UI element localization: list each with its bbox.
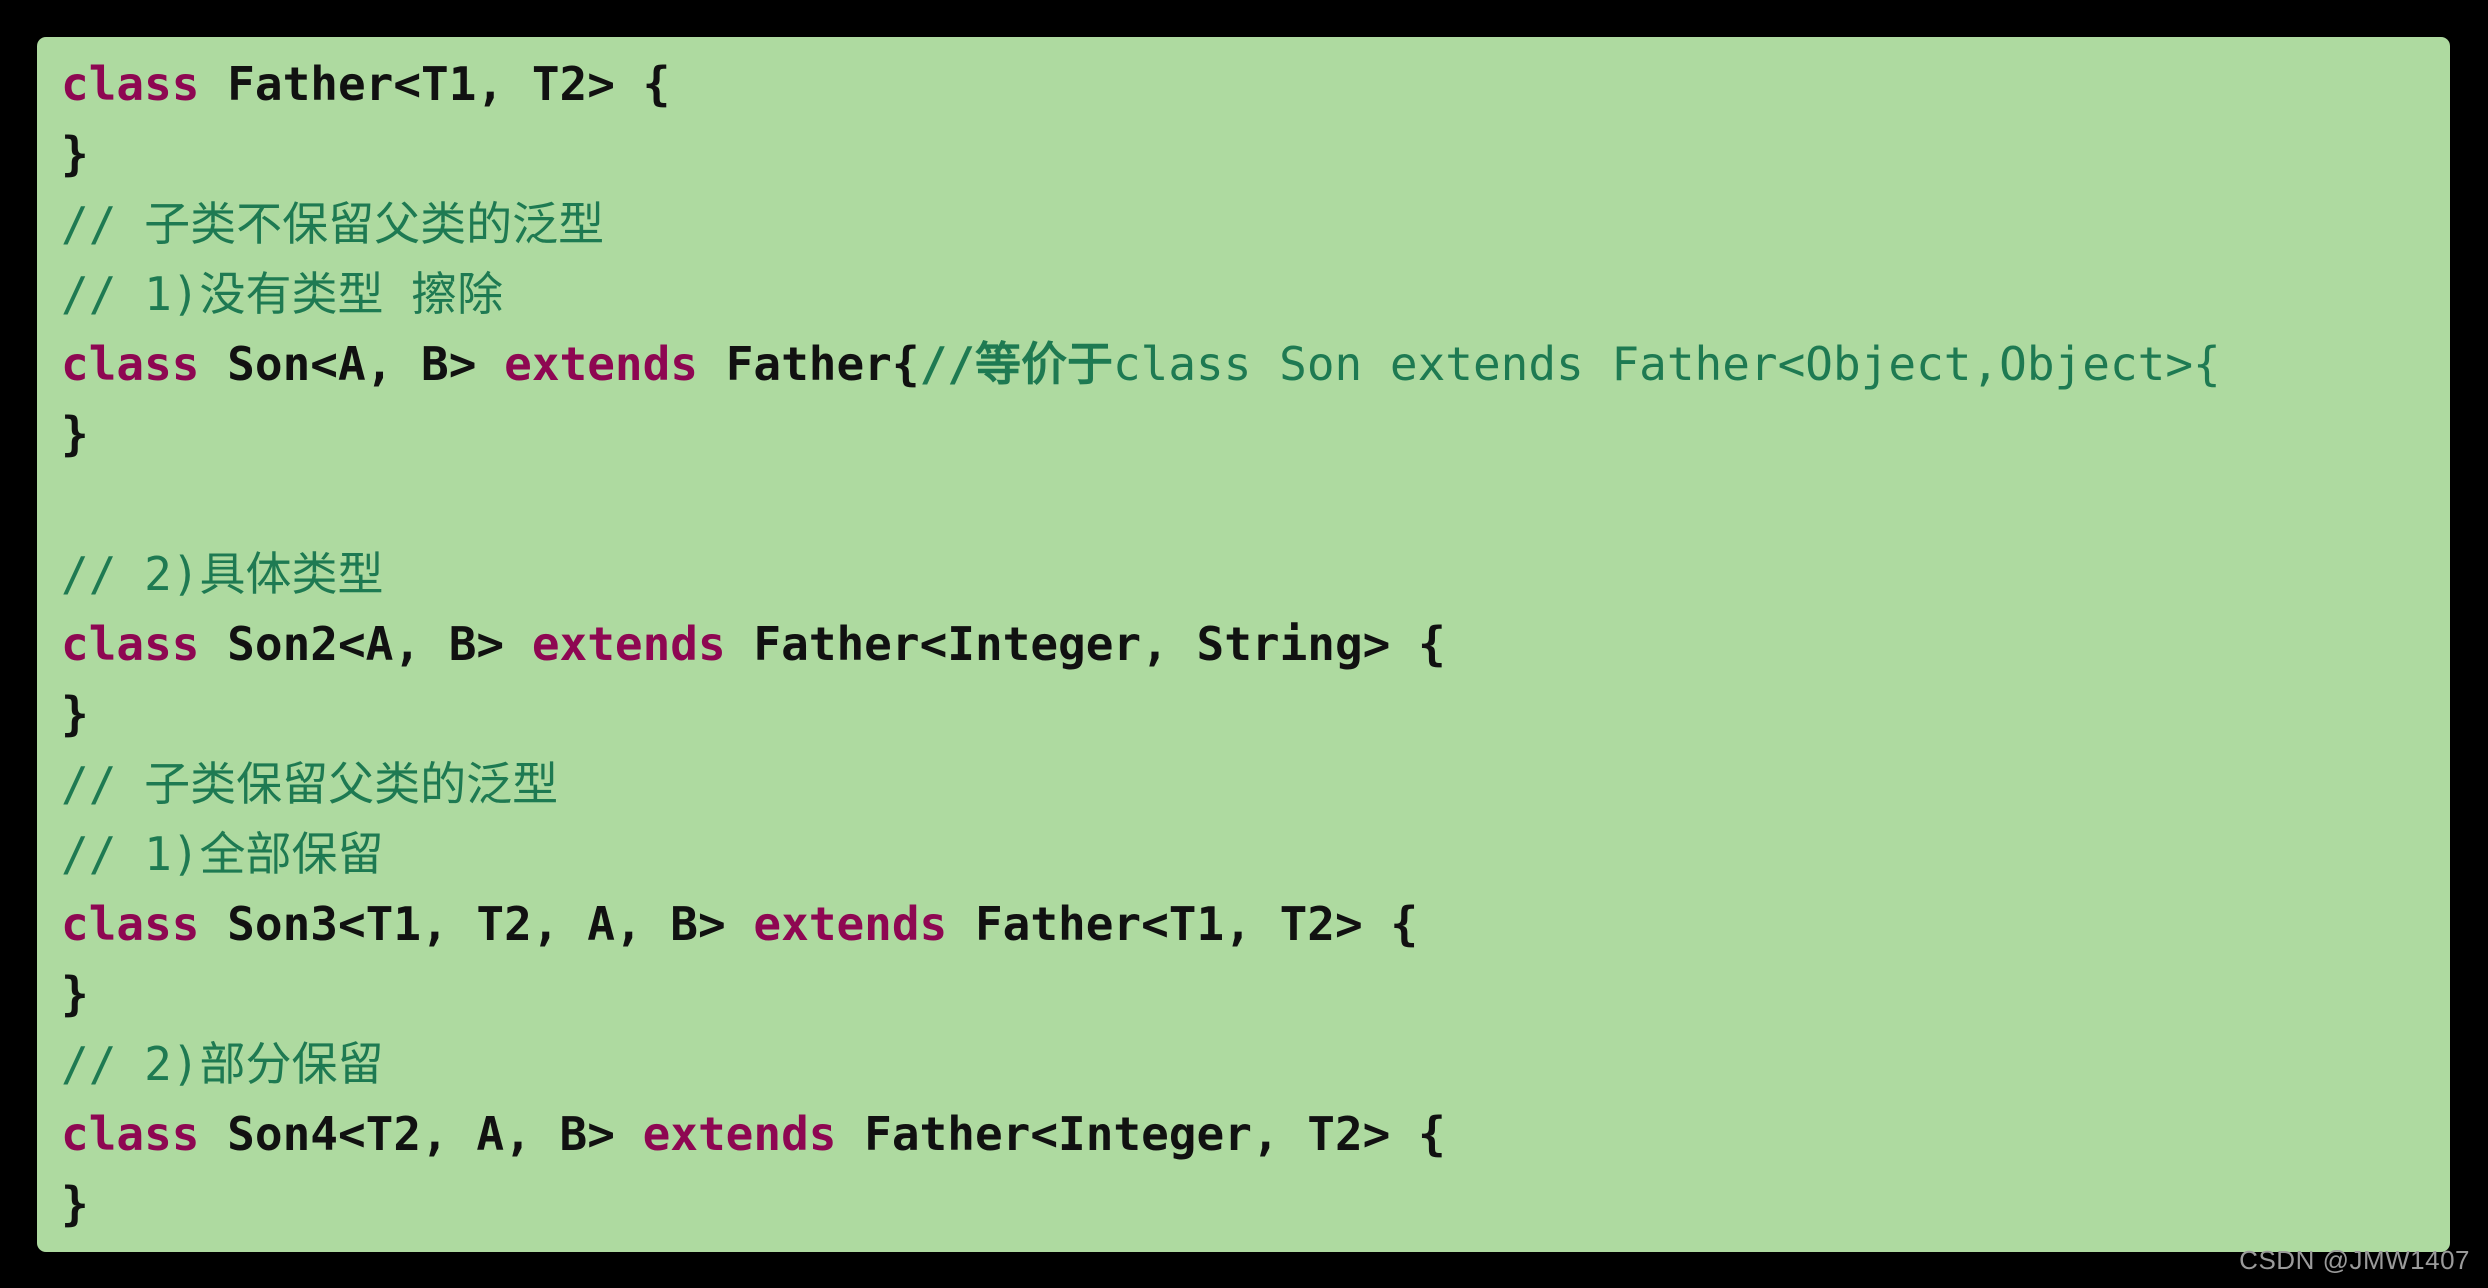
code-line: // 2)部分保留 [61,1029,2450,1099]
code-token-comment: // 子类保留父类的泛型 [61,757,559,811]
code-line: // 1)全部保留 [61,819,2450,889]
code-line: class Son3<T1, T2, A, B> extends Father<… [61,889,2450,959]
code-token-comment: class Son extends Father<Object,Object>{ [1112,337,2221,391]
code-line: } [61,679,2450,749]
code-token-keyword: class [61,57,200,111]
code-token-keyword: extends [642,1107,837,1161]
code-token-keyword: class [61,897,200,951]
code-token-keyword: class [61,617,200,671]
code-token-keyword: class [61,1107,200,1161]
code-token-comment: // 1)全部保留 [61,827,384,881]
code-line: // 2)具体类型 [61,539,2450,609]
code-token-keyword: extends [504,337,698,391]
code-line: class Son2<A, B> extends Father<Integer,… [61,609,2450,679]
code-token-comment: // 1)没有类型 擦除 [61,267,504,321]
code-token-plain: } [61,127,89,181]
code-token-plain: Son<A, B> [199,337,505,391]
code-token-comment: // 子类不保留父类的泛型 [61,197,605,251]
code-token-plain: } [61,407,89,461]
code-line: // 1)没有类型 擦除 [61,259,2450,329]
code-token-plain: } [61,687,89,741]
code-line: } [61,1169,2450,1239]
code-block[interactable]: class Father<T1, T2> {} // 子类不保留父类的泛型 // 1… [37,37,2450,1252]
code-lines-container: class Father<T1, T2> {} // 子类不保留父类的泛型 // 1… [37,49,2450,1239]
code-line: // 子类保留父类的泛型 [61,749,2450,819]
code-token-plain: Son2<A, B> [199,617,532,671]
code-token-plain: Father<Integer, String> { [725,617,1446,671]
code-token-keyword: extends [531,617,726,671]
code-token-comment-bold: //等价于 [919,337,1113,391]
code-line: class Father<T1, T2> { [61,49,2450,119]
code-token-plain: Father<T1, T2> { [199,57,671,111]
code-token-plain: Son4<T2, A, B> [199,1107,643,1161]
code-line: } [61,119,2450,189]
watermark-label: CSDN @JMW1407 [2239,1245,2470,1275]
page-root: class Father<T1, T2> {} // 子类不保留父类的泛型 // 1… [0,0,2488,1288]
code-token-plain: Son3<T1, T2, A, B> [199,897,754,951]
code-line: class Son<A, B> extends Father{//等价于clas… [61,329,2450,399]
code-token-keyword: extends [753,897,948,951]
code-token-plain: Father{ [698,337,920,391]
code-token-plain: } [61,1177,89,1231]
code-token-plain: } [61,967,89,1021]
code-token-plain: Father<Integer, T2> { [836,1107,1446,1161]
code-line: } [61,399,2450,469]
code-line: } [61,959,2450,1029]
code-token-keyword: class [61,337,200,391]
code-token-comment: // 2)部分保留 [61,1037,384,1091]
code-token-comment: // 2)具体类型 [61,547,384,601]
code-line: class Son4<T2, A, B> extends Father<Inte… [61,1099,2450,1169]
code-line: // 子类不保留父类的泛型 [61,189,2450,259]
code-token-plain: Father<T1, T2> { [947,897,1419,951]
